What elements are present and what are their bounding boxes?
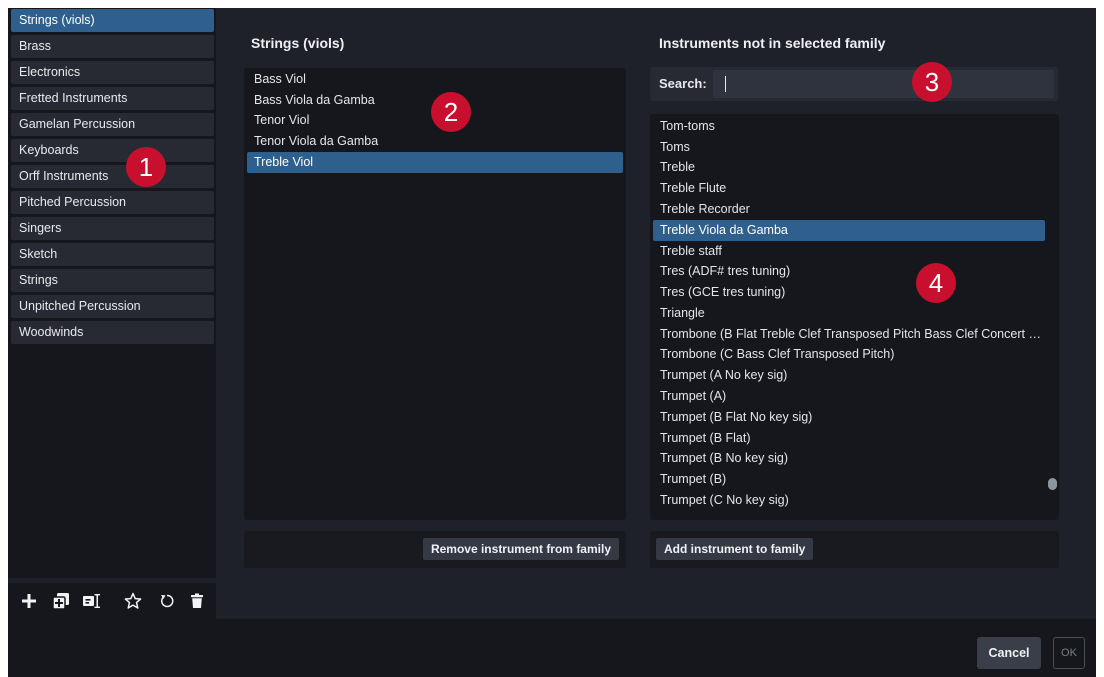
family-item[interactable]: Pitched Percussion — [11, 191, 214, 214]
family-list: Strings (viols) Brass Electronics Frette… — [8, 8, 216, 578]
rename-icon[interactable] — [82, 592, 100, 610]
remove-instrument-button[interactable]: Remove instrument from family — [422, 538, 619, 560]
delete-icon[interactable] — [188, 592, 206, 610]
list-item[interactable]: Treble Recorder — [653, 199, 1045, 220]
list-item[interactable]: Trumpet (B) — [653, 469, 1045, 490]
list-item[interactable]: Trumpet (A) — [653, 386, 1045, 407]
scrollbar-thumb[interactable] — [1048, 478, 1057, 490]
duplicate-icon[interactable] — [52, 592, 70, 610]
callout-badge: 2 — [431, 92, 471, 132]
list-item[interactable]: Trombone (C Bass Clef Transposed Pitch) — [653, 344, 1045, 365]
callout-badge: 3 — [912, 62, 952, 102]
list-item[interactable]: Treble Viol — [247, 152, 623, 173]
add-instrument-button[interactable]: Add instrument to family — [656, 538, 814, 560]
list-item[interactable]: Trumpet (B Flat No key sig) — [653, 407, 1045, 428]
family-item[interactable]: Brass — [11, 35, 214, 58]
list-item[interactable]: Triangle — [653, 303, 1045, 324]
search-label: Search: — [659, 76, 707, 91]
list-item[interactable]: Treble — [653, 157, 1045, 178]
callout-badge: 4 — [916, 263, 956, 303]
family-item[interactable]: Electronics — [11, 61, 214, 84]
list-item[interactable]: Trombone (B Flat Treble Clef Transposed … — [653, 324, 1045, 345]
available-instruments-title: Instruments not in selected family — [659, 35, 886, 51]
list-item[interactable]: Trumpet (B Flat) — [653, 428, 1045, 449]
right-footer: Add instrument to family — [650, 531, 1059, 568]
list-item[interactable]: Toms — [653, 137, 1045, 158]
list-item[interactable]: Trumpet (C No key sig) — [653, 490, 1045, 511]
reset-icon[interactable] — [158, 592, 176, 610]
callout-badge: 1 — [126, 147, 166, 187]
middle-footer: Remove instrument from family — [244, 531, 626, 568]
list-item[interactable]: Treble Flute — [653, 178, 1045, 199]
add-icon[interactable] — [20, 592, 38, 610]
family-item[interactable]: Unpitched Percussion — [11, 295, 214, 318]
family-item[interactable]: Sketch — [11, 243, 214, 266]
cancel-button[interactable]: Cancel — [977, 637, 1041, 669]
family-item[interactable]: Woodwinds — [11, 321, 214, 344]
family-toolbar — [8, 583, 216, 619]
search-input[interactable] — [713, 70, 1054, 98]
dialog-button-bar: Cancel OK — [8, 619, 1096, 677]
search-row: Search: — [650, 67, 1058, 101]
family-item[interactable]: Orff Instruments — [11, 165, 214, 188]
family-instrument-list: Bass Viol Bass Viola da Gamba Tenor Viol… — [244, 68, 626, 520]
instrument-families-dialog: Strings (viols) Brass Electronics Frette… — [8, 8, 1096, 677]
list-item[interactable]: Tenor Viola da Gamba — [247, 131, 623, 152]
family-item[interactable]: Strings (viols) — [11, 9, 214, 32]
list-item[interactable]: Trumpet (B No key sig) — [653, 448, 1045, 469]
list-item[interactable]: Bass Viol — [247, 69, 623, 90]
family-item[interactable]: Fretted Instruments — [11, 87, 214, 110]
available-instrument-list: Tom-toms Toms Treble Treble Flute Treble… — [650, 114, 1059, 520]
selected-family-title: Strings (viols) — [251, 35, 345, 51]
favorite-star-icon[interactable] — [124, 592, 142, 610]
list-item[interactable]: Treble Viola da Gamba — [653, 220, 1045, 241]
text-caret — [725, 76, 726, 92]
list-item[interactable]: Trumpet (A No key sig) — [653, 365, 1045, 386]
family-item[interactable]: Gamelan Percussion — [11, 113, 214, 136]
ok-button[interactable]: OK — [1053, 637, 1085, 669]
family-item[interactable]: Strings — [11, 269, 214, 292]
family-item[interactable]: Singers — [11, 217, 214, 240]
list-item[interactable]: Tres (GCE tres tuning) — [653, 282, 1045, 303]
list-item[interactable]: Tres (ADF# tres tuning) — [653, 261, 1045, 282]
list-item[interactable]: Treble staff — [653, 241, 1045, 262]
family-item[interactable]: Keyboards — [11, 139, 214, 162]
list-item[interactable]: Tom-toms — [653, 116, 1045, 137]
